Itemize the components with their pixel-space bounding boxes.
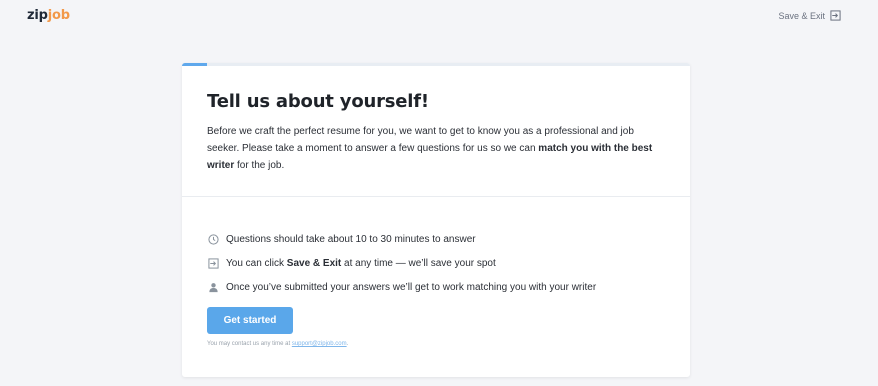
contact-text: You may contact us any time at: [207, 341, 292, 347]
info-text-matching: Once you’ve submitted your answers we’ll…: [226, 281, 597, 293]
progress-bar-fill: [182, 63, 208, 66]
contact-suffix: .: [346, 341, 349, 347]
progress-bar: [182, 63, 690, 66]
info-item-matching: Once you’ve submitted your answers we’ll…: [207, 275, 596, 299]
get-started-button[interactable]: Get started: [207, 307, 293, 334]
info-text-save-before: You can click: [226, 257, 287, 269]
clock-icon: [207, 233, 219, 245]
intro-text-end: for the job.: [234, 160, 285, 171]
page-title: Tell us about yourself!: [207, 91, 429, 112]
section-divider: [182, 196, 690, 197]
exit-arrow-icon: [207, 257, 219, 269]
info-item-save: You can click Save & Exit at any time — …: [207, 251, 596, 275]
info-text-save-bold: Save & Exit: [286, 257, 342, 269]
support-email-link[interactable]: support@zipjob.com: [292, 341, 347, 347]
zipjob-logo[interactable]: zipjob: [27, 9, 70, 23]
intro-paragraph: Before we craft the perfect resume for y…: [207, 123, 662, 174]
info-text-duration: Questions should take about 10 to 30 min…: [226, 233, 476, 245]
exit-arrow-icon: [830, 10, 841, 21]
person-icon: [207, 281, 219, 293]
contact-note: You may contact us any time at support@z…: [207, 341, 348, 347]
info-list: Questions should take about 10 to 30 min…: [207, 227, 596, 299]
top-bar: zipjob Save & Exit: [0, 0, 878, 34]
save-exit-button[interactable]: Save & Exit: [778, 10, 841, 21]
info-text-save-after: at any time — we’ll save your spot: [341, 257, 496, 269]
info-item-duration: Questions should take about 10 to 30 min…: [207, 227, 596, 251]
save-exit-label: Save & Exit: [778, 10, 825, 21]
info-text-save: You can click Save & Exit at any time — …: [226, 258, 496, 269]
intro-card: Tell us about yourself! Before we craft …: [182, 63, 690, 377]
logo-text-zip: zip: [27, 8, 48, 23]
logo-text-job: job: [47, 8, 70, 23]
